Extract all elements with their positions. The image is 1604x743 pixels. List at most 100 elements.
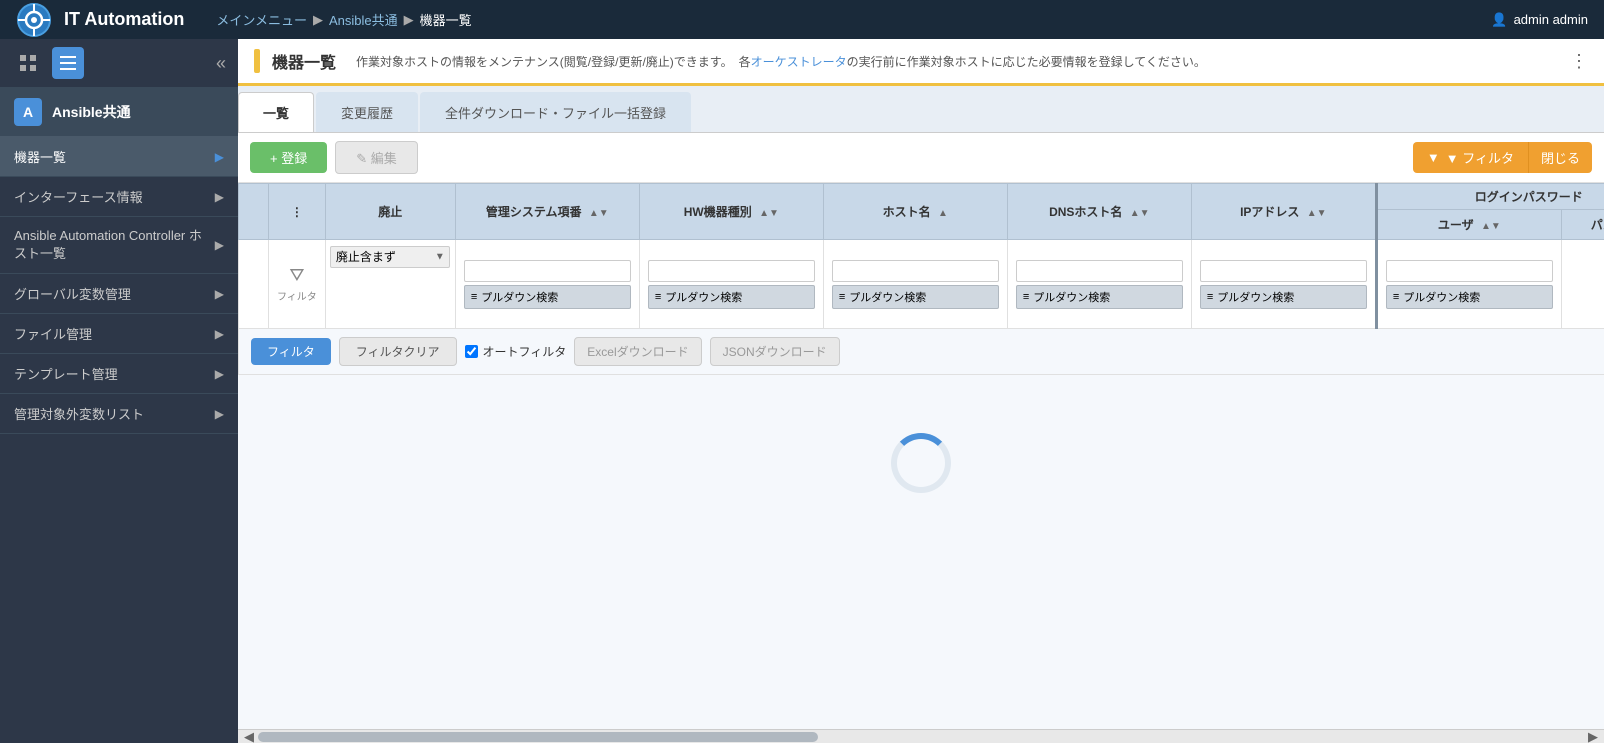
sidebar-item-arrow-1: ▶ (215, 190, 224, 204)
sidebar-item-label: テンプレート管理 (14, 364, 118, 383)
dropdown-icon-4: ≡ (1023, 291, 1029, 303)
sidebar-item-arrow-6: ▶ (215, 407, 224, 421)
table-container[interactable]: ⋮ 廃止 管理システム項番 ▲▼ HW機器種別 ▲▼ (238, 183, 1604, 743)
json-download-button[interactable]: JSONダウンロード (710, 337, 840, 366)
sidebar-item-label: グローバル変数管理 (14, 284, 131, 303)
breadcrumb: メインメニュー ▶ Ansible共通 ▶ 機器一覧 (216, 10, 471, 29)
sidebar-item-kiki-ichiran[interactable]: 機器一覧 ▶ (0, 137, 238, 177)
th-kanri-bangou[interactable]: 管理システム項番 ▲▼ (455, 184, 639, 240)
filter-hostname-dropdown[interactable]: ≡ プルダウン検索 (832, 285, 999, 309)
filter-hostname-cell: ≡ プルダウン検索 (823, 240, 1007, 329)
th-actions: ⋮ (269, 184, 326, 240)
filter-hw-dropdown[interactable]: ≡ プルダウン検索 (648, 285, 815, 309)
sidebar-item-label: ファイル管理 (14, 324, 92, 343)
filter-dns-cell: ≡ プルダウン検索 (1007, 240, 1191, 329)
filter-kanri-input[interactable] (464, 260, 631, 282)
filter-haishi-cell: 廃止含まず 廃止のみ 全レコード ▼ (325, 240, 455, 329)
sort-icon-1: ▲▼ (589, 208, 609, 219)
sidebar-item-file-mgmt[interactable]: ファイル管理 ▶ (0, 314, 238, 354)
sort-icon-2: ▲▼ (759, 208, 779, 219)
tabs-bar: 一覧 変更履歴 全件ダウンロード・ファイル一括登録 (238, 86, 1604, 133)
ansible-avatar: A (14, 98, 42, 126)
breadcrumb-sep-1: ▶ (313, 12, 323, 28)
tab-henko-rekishi[interactable]: 変更履歴 (316, 92, 418, 132)
edit-button[interactable]: ✎ 編集 (335, 141, 418, 174)
apply-filter-button[interactable]: フィルタ (251, 338, 331, 365)
header-left: IT Automation メインメニュー ▶ Ansible共通 ▶ 機器一覧 (16, 2, 472, 38)
sort-icon-4: ▲▼ (1130, 208, 1150, 219)
dropdown-icon-2: ≡ (655, 291, 661, 303)
user-name: admin admin (1514, 12, 1588, 27)
user-info[interactable]: 👤 admin admin (1491, 12, 1588, 28)
sidebar-item-arrow-4: ▶ (215, 327, 224, 341)
breadcrumb-sep-2: ▶ (404, 12, 414, 28)
page-header-menu-btn[interactable]: ⋮ (1570, 51, 1588, 72)
filter-hostname-input[interactable] (832, 260, 999, 282)
clear-filter-button[interactable]: フィルタクリア (339, 337, 457, 366)
filter-kanri-dropdown[interactable]: ≡ プルダウン検索 (464, 285, 631, 309)
filter-icon-cell: ⛛ フィルタ (269, 240, 326, 329)
th-user[interactable]: ユーザ ▲▼ (1376, 210, 1561, 240)
breadcrumb-item-2[interactable]: Ansible共通 (329, 10, 398, 29)
close-filter-button[interactable]: 閉じる (1528, 142, 1592, 173)
filter-action-row: フィルタ フィルタクリア オートフィルタ Excelダウンロード JSONダウン… (239, 329, 1604, 375)
sidebar-item-interface[interactable]: インターフェース情報 ▶ (0, 177, 238, 217)
sidebar-menu: 機器一覧 ▶ インターフェース情報 ▶ Ansible Automation C… (0, 137, 238, 743)
main-layout: « A Ansible共通 機器一覧 ▶ インターフェース情報 ▶ Ansibl… (0, 39, 1604, 743)
tab-download-upload[interactable]: 全件ダウンロード・ファイル一括登録 (420, 92, 691, 132)
app-logo (16, 2, 52, 38)
filter-user-dropdown[interactable]: ≡ プルダウン検索 (1386, 285, 1553, 309)
list-icon-btn[interactable] (52, 47, 84, 79)
horizontal-scrollbar[interactable]: ◀ ▶ (238, 729, 1604, 743)
auto-filter-label[interactable]: オートフィルタ (465, 343, 567, 360)
filter-actions: フィルタ フィルタクリア オートフィルタ Excelダウンロード JSONダウン… (251, 337, 1604, 366)
filter-dns-dropdown[interactable]: ≡ プルダウン検索 (1016, 285, 1183, 309)
filter-hw-input[interactable] (648, 260, 815, 282)
th-password[interactable]: パスワード (1561, 210, 1604, 240)
ansible-module-header: A Ansible共通 (0, 88, 238, 137)
breadcrumb-item-3: 機器一覧 (420, 10, 472, 29)
excel-download-button[interactable]: Excelダウンロード (574, 337, 701, 366)
filter-kanri-cell: ≡ プルダウン検索 (455, 240, 639, 329)
app-title: IT Automation (64, 9, 184, 30)
auto-filter-checkbox[interactable] (465, 345, 478, 358)
tab-ichiran[interactable]: 一覧 (238, 92, 314, 132)
th-hw-kiki[interactable]: HW機器種別 ▲▼ (639, 184, 823, 240)
orchestrator-link[interactable]: オーケストレータ (751, 55, 847, 69)
th-hostname[interactable]: ホスト名 ▲ (823, 184, 1007, 240)
th-login-password-group: ログインパスワード (1376, 184, 1604, 210)
loading-overlay (881, 423, 961, 503)
filter-row: ⛛ フィルタ 廃止含まず 廃止のみ 全レコード (239, 240, 1604, 329)
app-header: IT Automation メインメニュー ▶ Ansible共通 ▶ 機器一覧… (0, 0, 1604, 39)
sidebar-collapse-btn[interactable]: « (216, 53, 226, 74)
haishi-select[interactable]: 廃止含まず 廃止のみ 全レコード (330, 246, 450, 268)
sidebar-item-template-mgmt[interactable]: テンプレート管理 ▶ (0, 354, 238, 394)
sidebar-item-label: インターフェース情報 (14, 187, 143, 206)
toolbar: + 登録 ✎ 編集 ▼ ▼ フィルタ 閉じる (238, 133, 1604, 183)
scroll-left-btn[interactable]: ◀ (240, 729, 258, 743)
haishi-select-wrapper[interactable]: 廃止含まず 廃止のみ 全レコード ▼ (330, 246, 450, 268)
sidebar-item-label: Ansible Automation Controller ホスト一覧 (14, 227, 215, 263)
page-header-accent (254, 49, 260, 73)
sidebar-item-ansible-controller[interactable]: Ansible Automation Controller ホスト一覧 ▶ (0, 217, 238, 274)
sidebar-top-icons: « (0, 39, 238, 88)
filter-user-input[interactable] (1386, 260, 1553, 282)
th-ip-address[interactable]: IPアドレス ▲▼ (1191, 184, 1376, 240)
filter-dns-input[interactable] (1016, 260, 1183, 282)
filter-ip-input[interactable] (1200, 260, 1367, 282)
filter-ip-dropdown[interactable]: ≡ プルダウン検索 (1200, 285, 1367, 309)
dropdown-icon: ≡ (471, 291, 477, 303)
register-button[interactable]: + 登録 (250, 142, 327, 173)
breadcrumb-item-1[interactable]: メインメニュー (216, 10, 307, 29)
grid-icon-btn[interactable] (12, 47, 44, 79)
dropdown-icon-3: ≡ (839, 291, 845, 303)
filter-button[interactable]: ▼ ▼ フィルタ (1413, 142, 1528, 173)
sort-icon-3: ▲ (938, 208, 948, 219)
scroll-right-btn[interactable]: ▶ (1584, 729, 1602, 743)
sidebar-item-excluded-vars[interactable]: 管理対象外変数リスト ▶ (0, 394, 238, 434)
scroll-thumb[interactable] (258, 732, 818, 742)
th-haishi[interactable]: 廃止 (325, 184, 455, 240)
th-dns-hostname[interactable]: DNSホスト名 ▲▼ (1007, 184, 1191, 240)
sidebar-item-label: 管理対象外変数リスト (14, 404, 144, 423)
sidebar-item-global-vars[interactable]: グローバル変数管理 ▶ (0, 274, 238, 314)
